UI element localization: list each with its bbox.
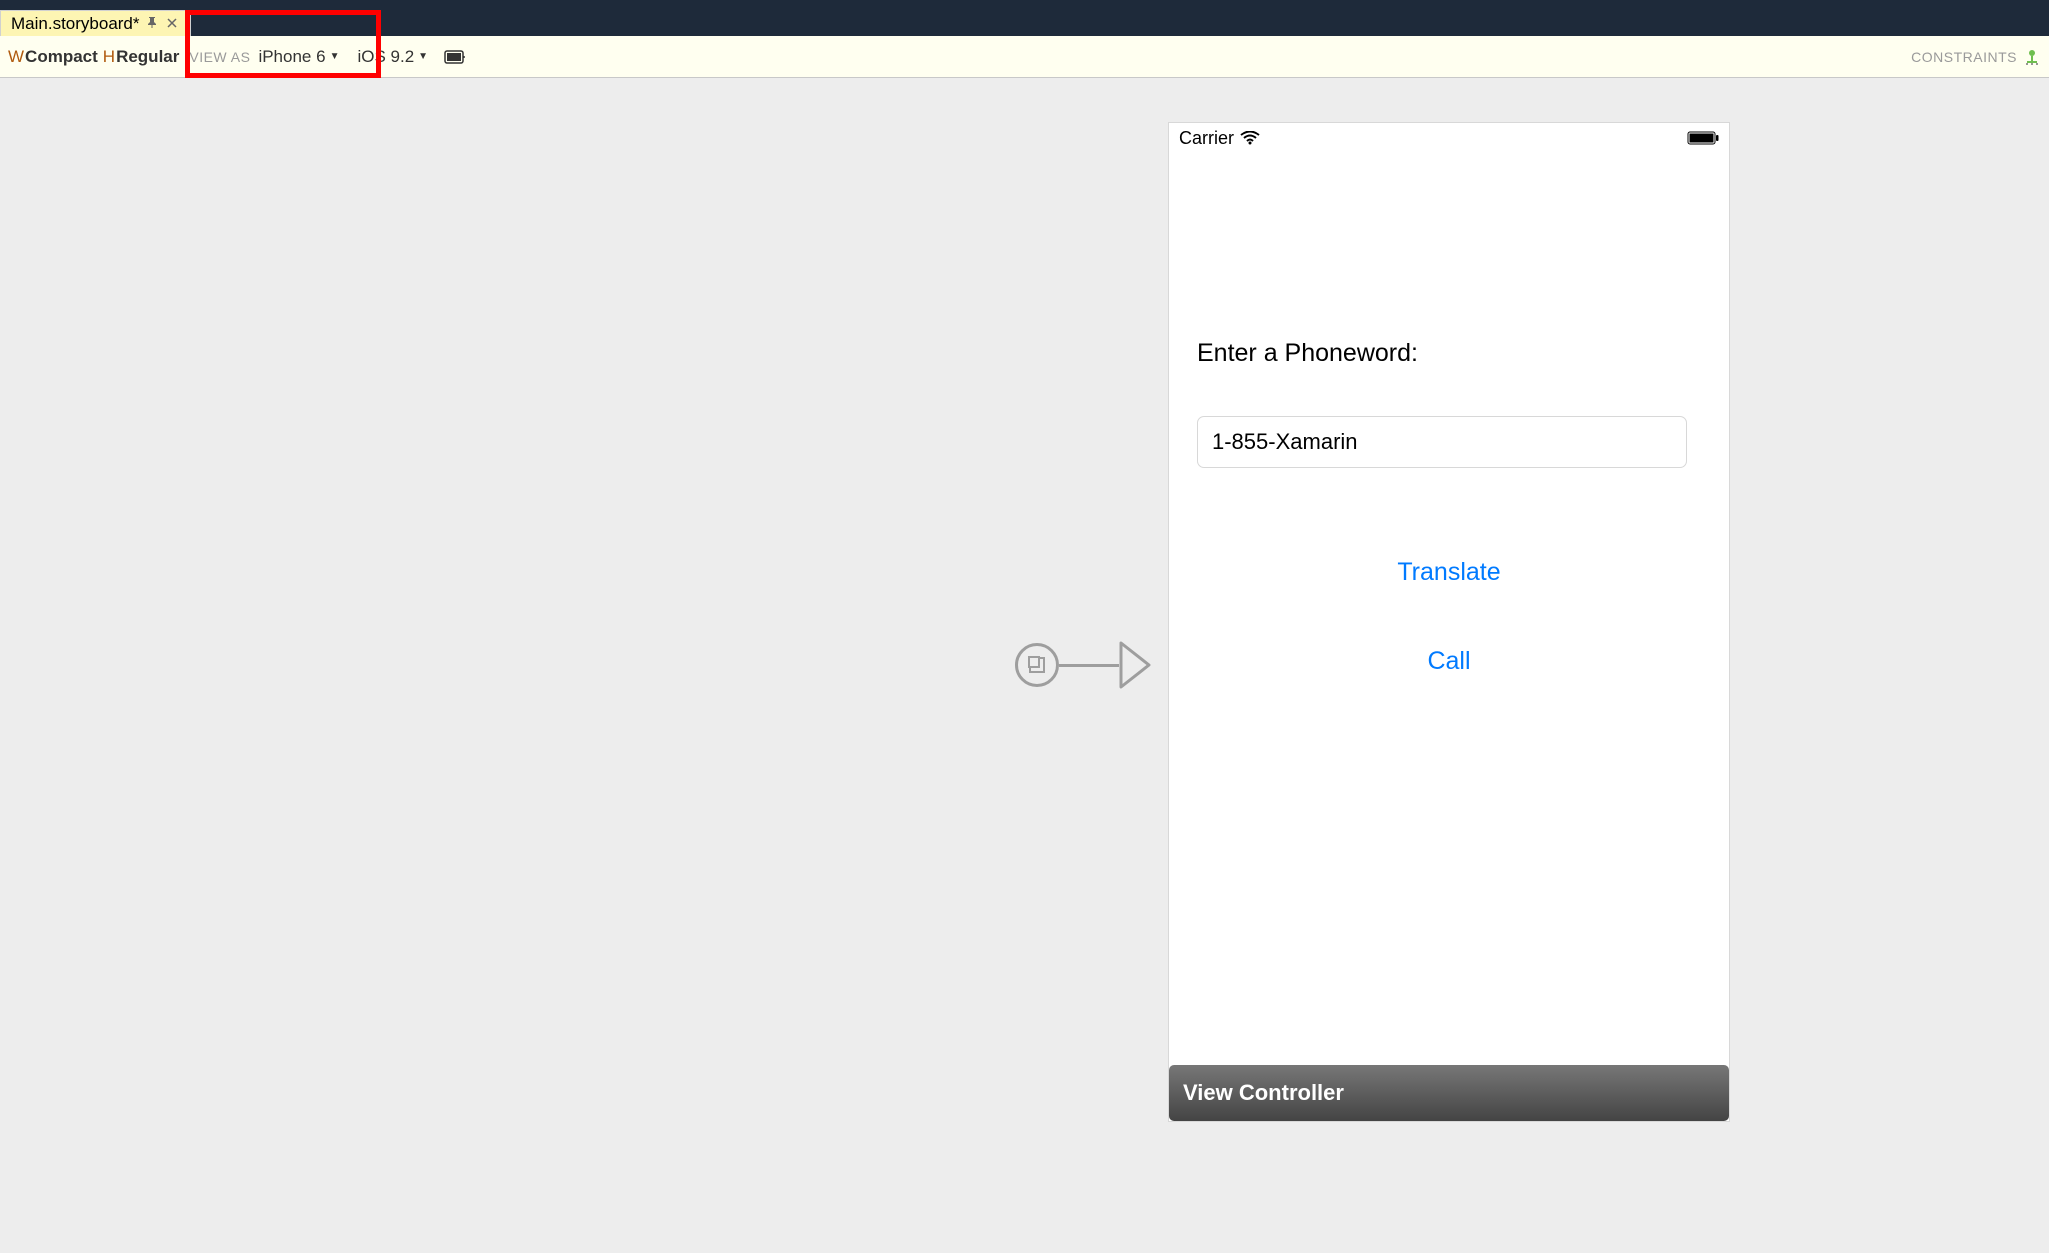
carrier-group: Carrier bbox=[1179, 128, 1260, 149]
phoneword-textfield[interactable]: 1-855-Xamarin bbox=[1197, 416, 1687, 468]
close-icon[interactable] bbox=[164, 16, 180, 32]
carrier-text: Carrier bbox=[1179, 128, 1234, 149]
phone-preview[interactable]: Carrier Enter a Pho bbox=[1168, 122, 1730, 1122]
call-button[interactable]: Call bbox=[1197, 647, 1701, 676]
constraints-icon[interactable] bbox=[2023, 48, 2041, 66]
designer-toolbar: W Compact H Regular VIEW AS iPhone 6 ▼ i… bbox=[0, 36, 2049, 78]
battery-icon bbox=[1687, 131, 1719, 145]
view-controller-label: View Controller bbox=[1183, 1080, 1344, 1106]
device-name: iPhone 6 bbox=[258, 47, 325, 67]
view-controller-bar[interactable]: View Controller bbox=[1169, 1065, 1729, 1121]
segue-line bbox=[1059, 664, 1119, 667]
pin-icon[interactable] bbox=[146, 16, 158, 31]
constraints-label: CONSTRAINTS bbox=[1911, 49, 2017, 65]
orientation-icon[interactable] bbox=[444, 50, 466, 64]
chevron-down-icon: ▼ bbox=[418, 51, 428, 62]
regular-text: Regular bbox=[116, 47, 179, 67]
document-tab[interactable]: Main.storyboard* bbox=[0, 10, 191, 36]
design-canvas[interactable]: Carrier Enter a Pho bbox=[0, 78, 2049, 1253]
h-letter: H bbox=[103, 47, 115, 67]
phone-content: Enter a Phoneword: 1-855-Xamarin Transla… bbox=[1169, 339, 1729, 676]
ios-version-dropdown[interactable]: iOS 9.2 ▼ bbox=[357, 47, 428, 67]
initial-view-controller-arrow[interactable] bbox=[1015, 641, 1153, 689]
device-dropdown[interactable]: iPhone 6 ▼ bbox=[258, 47, 339, 67]
arrow-right-icon bbox=[1119, 641, 1153, 689]
segue-storyboard-icon bbox=[1029, 657, 1045, 673]
translate-button[interactable]: Translate bbox=[1197, 558, 1701, 587]
wifi-icon bbox=[1240, 131, 1260, 145]
view-as-label: VIEW AS bbox=[189, 49, 250, 65]
tab-title: Main.storyboard* bbox=[11, 14, 140, 34]
chevron-down-icon: ▼ bbox=[330, 51, 340, 62]
w-letter: W bbox=[8, 47, 24, 67]
segue-circle-icon bbox=[1015, 643, 1059, 687]
size-class-picker[interactable]: W Compact H Regular bbox=[8, 47, 179, 67]
tab-row: Main.storyboard* bbox=[0, 10, 2049, 36]
compact-text: Compact bbox=[25, 47, 98, 67]
ios-version-text: iOS 9.2 bbox=[357, 47, 414, 67]
title-bar bbox=[0, 0, 2049, 10]
phoneword-label[interactable]: Enter a Phoneword: bbox=[1197, 339, 1701, 368]
status-bar: Carrier bbox=[1169, 123, 1729, 153]
